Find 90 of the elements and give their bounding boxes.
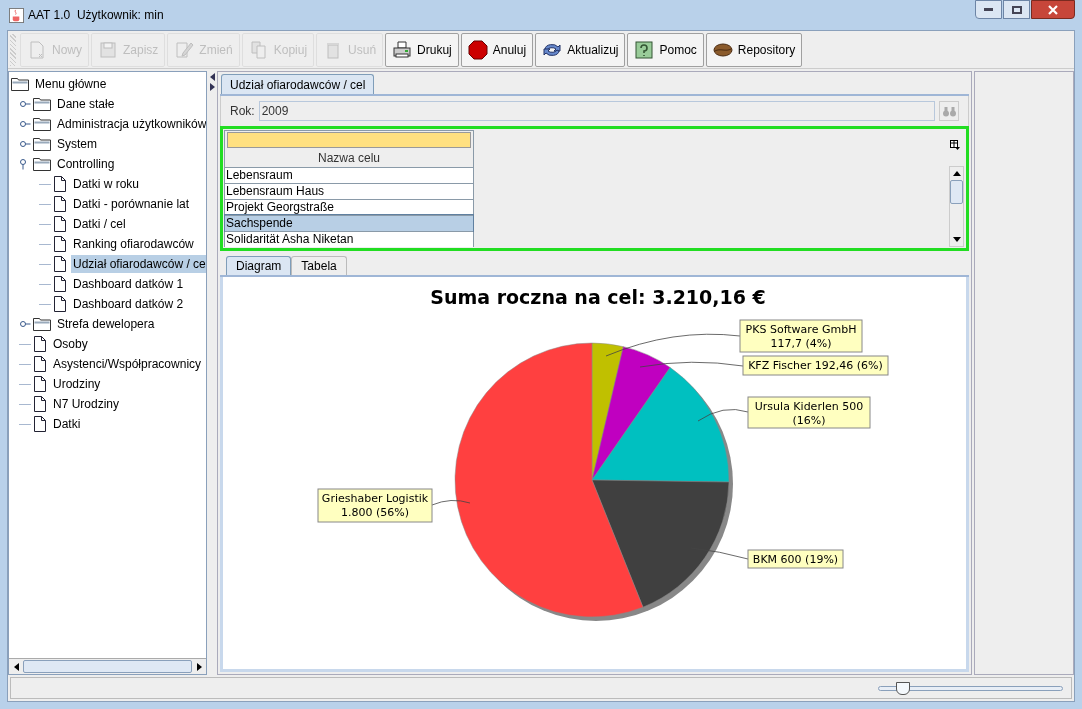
chart-title: Suma roczna na cel: 3.210,16 € (430, 286, 766, 308)
binoculars-icon (942, 105, 956, 117)
tree-item[interactable]: Dashboard datków 1 (71, 275, 186, 293)
leader-line (431, 500, 471, 506)
tree-item[interactable]: Menu główne (33, 75, 109, 93)
view-tab[interactable]: Diagram (226, 256, 292, 275)
collapsed-handle-icon[interactable] (19, 138, 31, 150)
pencil-icon (174, 39, 195, 60)
view-tab[interactable]: Tabela (291, 256, 347, 275)
folder-icon (33, 157, 51, 171)
leader-line (697, 409, 749, 422)
scrollbar-thumb[interactable] (23, 660, 192, 673)
tree-item[interactable]: Datki (51, 415, 83, 433)
maximize-button[interactable] (1003, 0, 1030, 19)
down-arrow-icon (952, 237, 961, 242)
tree-item[interactable]: Datki w roku (71, 175, 142, 193)
tree-item[interactable]: Ranking ofiarodawców (71, 235, 196, 253)
coffee-cup-icon (9, 7, 24, 23)
data-label: Grieshaber Logistik 1.800 (56%) (317, 488, 433, 523)
tree-item[interactable]: Datki / cel (71, 215, 128, 233)
filter-field[interactable] (227, 132, 471, 148)
document-icon (33, 336, 47, 352)
document-icon (53, 236, 67, 252)
right-arrow-icon (196, 662, 202, 671)
left-arrow-icon (13, 662, 19, 671)
document-icon (53, 176, 67, 192)
copy-icon (248, 39, 269, 60)
document-icon (27, 39, 47, 60)
table-row[interactable]: Lebensraum Haus (225, 183, 473, 199)
close-button[interactable] (1031, 0, 1075, 19)
tree-item[interactable]: Asystenci/Współpracownicy (51, 355, 204, 373)
year-label: Rok: (230, 103, 255, 120)
table-row[interactable]: Solidarität Asha Niketan (225, 231, 473, 247)
collapsed-handle-icon[interactable] (19, 98, 31, 110)
window-title: AAT 1.0 Użytkownik: min (28, 7, 164, 24)
table-settings-icon[interactable] (950, 140, 960, 150)
folder-icon (33, 117, 51, 131)
up-arrow-icon (952, 171, 961, 176)
tree-item[interactable]: Dane stałe (55, 95, 117, 113)
tree-item[interactable]: System (55, 135, 99, 153)
folder-icon (33, 97, 51, 111)
toolbar-button[interactable]: Aktualizuj (535, 32, 626, 67)
document-icon (53, 296, 67, 312)
document-icon (33, 356, 47, 372)
table-row[interactable]: Lebensraum (225, 167, 473, 183)
toolbar-button[interactable]: Anuluj (460, 32, 534, 67)
table-row[interactable]: Projekt Georgstraße (225, 199, 473, 215)
document-icon (53, 216, 67, 232)
table-row[interactable]: Sachspende (225, 215, 473, 231)
tree-item[interactable]: Datki - porównanie lat (71, 195, 192, 213)
tree-item[interactable]: Strefa dewelopera (55, 315, 157, 333)
tree-item[interactable]: Administracja użytkowników (55, 115, 206, 133)
data-label: KFZ Fischer 192,46 (6%) (742, 355, 889, 376)
document-icon (53, 196, 67, 212)
printer-icon (392, 39, 413, 60)
slice-label: Grieshaber Logistik (321, 492, 429, 505)
zoom-slider-thumb[interactable] (895, 681, 910, 695)
tree-item[interactable]: Controlling (55, 155, 117, 173)
data-label: Ursula Kiderlen 500 (16%) (747, 396, 871, 429)
tree-item[interactable]: Osoby (51, 335, 90, 353)
close-icon (1048, 4, 1058, 15)
folder-icon (33, 317, 51, 331)
minimize-button[interactable] (975, 0, 1002, 19)
help-icon (634, 39, 655, 60)
tree-item[interactable]: Urodziny (51, 375, 103, 393)
document-icon (33, 376, 47, 392)
document-icon (53, 276, 67, 292)
collapse-left-icon[interactable] (209, 73, 215, 81)
collapsed-handle-icon[interactable] (19, 118, 31, 130)
floppy-icon (98, 39, 118, 60)
scrollbar-thumb[interactable] (950, 180, 963, 204)
slice-label: PKS Software GmbH (745, 323, 857, 336)
toolbar-button[interactable]: Repository (705, 32, 803, 67)
toolbar-button[interactable]: Drukuj (385, 32, 459, 67)
expand-right-icon[interactable] (209, 83, 215, 91)
tree-item[interactable]: Udział ofiarodawców / ce (71, 255, 206, 273)
document-tab[interactable]: Udział ofiarodawców / cel (221, 74, 375, 94)
data-label: PKS Software GmbH 117,7 (4%) (739, 319, 863, 353)
document-icon (33, 396, 47, 412)
folder-icon (33, 137, 51, 151)
toolbar-button[interactable]: Pomoc (627, 32, 704, 67)
document-icon (33, 416, 47, 432)
folder-icon (11, 77, 29, 91)
year-field[interactable]: 2009 (258, 101, 935, 121)
stop-sign-icon (467, 39, 488, 60)
collapsed-handle-icon[interactable] (19, 318, 31, 330)
tree-item[interactable]: N7 Urodziny (51, 395, 122, 413)
data-label: BKM 600 (19%) (747, 549, 844, 569)
tree-item[interactable]: Dashboard datków 2 (71, 295, 186, 313)
document-icon (53, 256, 67, 272)
